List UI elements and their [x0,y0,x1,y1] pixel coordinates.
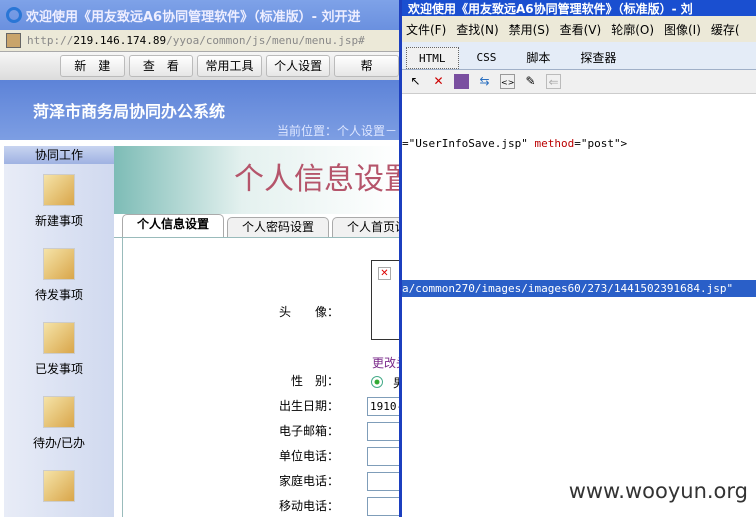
user-icon [43,470,75,502]
email-input[interactable] [367,422,399,441]
sidebar-item-label: 已发事项 [34,362,83,376]
save-icon[interactable] [454,74,469,89]
watermark: www.wooyun.org [568,479,748,503]
code-line-form[interactable]: ="UserInfoSave.jsp" method="post"> [402,137,627,150]
sidebar-item-label: 待办/已办 [32,436,86,450]
code-value: ="UserInfoSave.jsp" [402,137,535,150]
tab-personal-info[interactable]: 个人信息设置 [122,214,225,237]
menu-outline[interactable]: 轮廓(O) [611,21,654,38]
system-name: 菏泽市商务局协同办公系统 [33,102,226,121]
selected-code-line[interactable]: a/common270/images/images60/273/14415023… [402,280,756,297]
nav-tools[interactable]: 常用工具 [197,55,262,77]
sidebar-item-todo[interactable]: 待办/已办 [4,386,114,460]
clock-folder-icon [43,396,75,428]
nav-help[interactable]: 帮 [334,55,399,77]
mobile-input[interactable] [367,497,399,516]
birth-label: 出生日期： [278,399,339,413]
tab-bar: 个人信息设置 个人密码设置 个人首页设 [114,214,399,238]
new-item-icon [43,174,75,206]
url-host: 219.146.174.89 [73,34,167,47]
code-value: ="post"> [574,137,628,150]
avatar-label: 头 像： [278,305,339,319]
page-hero: 个人信息设置 [114,146,399,214]
address-bar[interactable]: http://219.146.174.89/yyoa/common/js/men… [0,30,399,52]
gender-label: 性 别： [290,374,339,388]
tab-homepage[interactable]: 个人首页设 [332,217,399,237]
sidebar-item-more[interactable] [4,460,114,517]
menu-images[interactable]: 图像(I) [664,21,701,38]
ie-icon [6,7,22,23]
devtools-menu-bar: 文件(F) 查找(N) 禁用(S) 查看(V) 轮廓(O) 图像(I) 缓存( [402,16,756,42]
home-phone-label: 家庭电话： [278,474,339,488]
clear-icon[interactable]: ✕ [431,74,446,89]
menu-view[interactable]: 查看(V) [560,21,602,38]
devtools-window: 欢迎使用《用友致远A6协同管理软件》（标准版）- 刘 文件(F) 查找(N) 禁… [402,0,756,517]
sidebar-item-new[interactable]: 新建事项 [4,164,114,238]
refresh-icon[interactable]: ⇆ [477,74,492,89]
tab-html[interactable]: HTML [406,47,459,69]
browser-window-left: 欢迎使用《用友致远A6协同管理软件》（标准版）- 刘开进 http://219.… [0,0,399,517]
gender-male-radio[interactable] [371,376,383,388]
change-avatar-link[interactable]: 更改头 [372,354,399,371]
menu-file[interactable]: 文件(F) [406,21,446,38]
edit-icon[interactable]: ✎ [523,74,538,89]
sidebar: 协同工作 新建事项 待发事项 已发事项 待办/已办 [4,146,114,517]
menu-find[interactable]: 查找(N) [456,21,498,38]
url-path: /yyoa/common/js/menu/menu.jsp# [166,34,365,47]
tab-script[interactable]: 脚本 [514,47,562,69]
sidebar-header[interactable]: 协同工作 [4,146,114,164]
select-cursor-icon[interactable]: ↖ [408,74,423,89]
source-icon[interactable]: <> [500,74,515,89]
code-attr: method [534,137,575,150]
page-heading: 个人信息设置 [234,162,399,197]
tab-css[interactable]: CSS [465,47,509,69]
tab-password[interactable]: 个人密码设置 [227,217,330,237]
banner: 菏泽市商务局协同办公系统 当前位置：个人设置－ [0,80,399,140]
menu-disable[interactable]: 禁用(S) [509,21,550,38]
content-area: 个人信息设置 个人信息设置 个人密码设置 个人首页设 ✕ 头 像： 更改头 性 … [114,146,399,517]
devtools-toolbar: ↖ ✕ ⇆ <> ✎ ⇐ [402,70,756,94]
sidebar-item-label: 新建事项 [34,214,83,228]
sidebar-item-label: 待发事项 [34,288,83,302]
pending-send-icon [43,248,75,280]
sidebar-item-sent[interactable]: 已发事项 [4,312,114,386]
disabled-tool-icon: ⇐ [546,74,561,89]
top-nav: 新 建 查 看 常用工具 个人设置 帮 [0,52,399,80]
nav-personal-settings[interactable]: 个人设置 [265,55,331,77]
menu-cache[interactable]: 缓存( [711,21,740,38]
home-phone-input[interactable] [367,472,399,491]
devtools-tabs: HTML CSS 脚本 探查器 [402,42,756,70]
broken-image-icon: ✕ [378,267,391,280]
work-phone-label: 单位电话： [278,449,339,463]
personal-info-form: ✕ 头 像： 更改头 性 别： 男 出生日期： 1910- 电子邮箱： 单位电话… [122,238,399,517]
birth-date-input[interactable]: 1910- [367,397,399,416]
tab-explorer[interactable]: 探查器 [568,47,628,69]
url-scheme: http:// [27,34,74,47]
nav-new[interactable]: 新 建 [60,55,125,77]
mobile-label: 移动电话： [278,499,339,513]
page-icon [6,33,21,48]
email-label: 电子邮箱： [278,424,339,438]
devtools-title: 欢迎使用《用友致远A6协同管理软件》（标准版）- 刘 [408,1,693,16]
window-title: 欢迎使用《用友致远A6协同管理软件》（标准版）- 刘开进 [26,9,361,25]
sent-icon [43,322,75,354]
devtools-title-bar: 欢迎使用《用友致远A6协同管理软件》（标准版）- 刘 [402,0,756,16]
nav-view[interactable]: 查 看 [128,55,194,77]
work-phone-input[interactable] [367,447,399,466]
avatar-box: ✕ [371,260,399,340]
sidebar-item-pending-send[interactable]: 待发事项 [4,238,114,312]
title-bar: 欢迎使用《用友致远A6协同管理软件》（标准版）- 刘开进 [0,0,399,30]
breadcrumb: 当前位置：个人设置－ [277,124,398,138]
